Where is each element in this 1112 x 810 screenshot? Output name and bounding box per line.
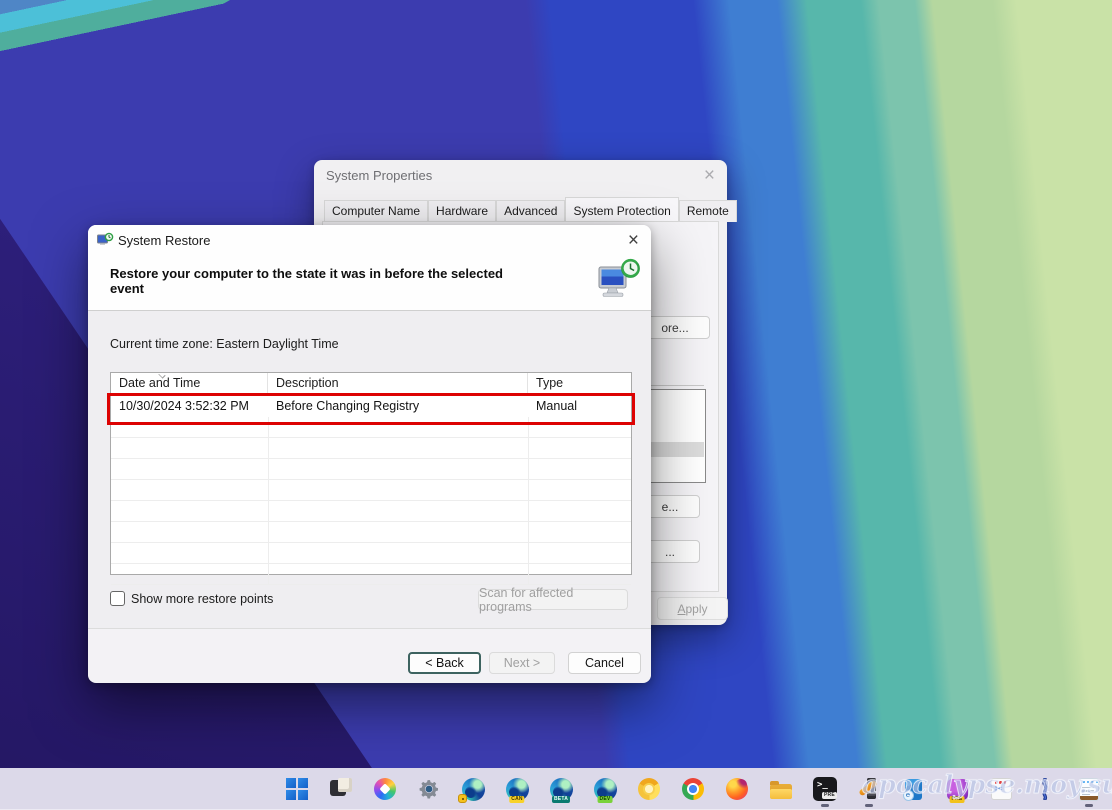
tab-hardware[interactable]: Hardware [428, 200, 496, 222]
restore-points-table[interactable]: Date and Time Description Type 10/30/202… [110, 372, 632, 575]
edge-dev-icon[interactable]: DEV [592, 776, 618, 802]
table-header-row: Date and Time Description Type [111, 373, 631, 395]
listbox-selected-row[interactable] [646, 442, 704, 457]
table-row-restore-point[interactable]: 10/30/2024 3:52:32 PM Before Changing Re… [111, 395, 631, 417]
photos-app-icon[interactable] [328, 776, 354, 802]
paint-pre-badge: PRE [950, 796, 965, 803]
terminal-icon[interactable]: >_ PRE [812, 776, 838, 802]
wizard-heading: Restore your computer to the state it wa… [110, 266, 540, 296]
start-button-icon[interactable] [284, 776, 310, 802]
next-button[interactable]: Next > [489, 652, 555, 674]
lock-badge-icon [458, 794, 467, 803]
scan-for-affected-programs-button[interactable]: Scan for affected programs [478, 589, 628, 610]
table-empty-row [111, 543, 631, 564]
scissors-icon: ✂ [995, 784, 1003, 795]
edge-browser-icon[interactable] [460, 776, 486, 802]
column-header-date-time[interactable]: Date and Time [111, 373, 268, 394]
close-icon[interactable]: × [704, 166, 715, 185]
file-explorer-icon[interactable] [768, 776, 794, 802]
edge-canary-icon[interactable]: CAN [504, 776, 530, 802]
taskbar-icons: CAN BETA DEV >_ PRE [284, 776, 1102, 802]
show-more-checkbox[interactable] [110, 591, 125, 606]
column-header-type[interactable]: Type [528, 373, 631, 394]
canary-badge: CAN [509, 796, 524, 803]
globe-icon: e [903, 790, 914, 801]
firefox-icon[interactable] [724, 776, 750, 802]
cell-type: Manual [528, 395, 631, 417]
table-empty-row [111, 459, 631, 480]
beta-badge: BETA [552, 796, 570, 803]
system-properties-titlebar[interactable]: System Properties × [314, 160, 727, 194]
media-wave-icon[interactable] [1032, 776, 1058, 802]
table-empty-row [111, 438, 631, 459]
apply-button[interactable]: Apply [657, 597, 728, 620]
table-empty-row [111, 417, 631, 438]
running-indicator [865, 804, 873, 807]
notes-app-icon[interactable] [1076, 776, 1102, 802]
desktop: System Properties × Computer Name Hardwa… [0, 0, 1112, 810]
system-properties-tabs: Computer Name Hardware Advanced System P… [324, 198, 737, 222]
tab-remote[interactable]: Remote [679, 200, 737, 222]
show-more-restore-points-control[interactable]: Show more restore points [110, 591, 273, 606]
system-restore-title: System Restore [118, 233, 210, 248]
snipping-tool-icon[interactable]: ✂ [988, 776, 1014, 802]
show-more-label: Show more restore points [131, 592, 273, 606]
tab-computer-name[interactable]: Computer Name [324, 200, 428, 222]
video-editor-icon[interactable] [856, 776, 882, 802]
web-document-icon[interactable]: e [900, 776, 926, 802]
edge-beta-icon[interactable]: BETA [548, 776, 574, 802]
system-restore-computer-icon [597, 257, 641, 301]
running-indicator [1085, 804, 1093, 807]
table-empty-row [111, 564, 631, 585]
timezone-label: Current time zone: Eastern Daylight Time [110, 337, 339, 351]
cell-description: Before Changing Registry [268, 395, 528, 417]
protection-drives-listbox[interactable] [644, 389, 706, 483]
sort-indicator-icon [159, 372, 166, 379]
cancel-button[interactable]: Cancel [568, 652, 641, 674]
copilot-icon[interactable] [372, 776, 398, 802]
system-restore-window: System Restore × Restore your computer t… [88, 225, 651, 682]
back-button[interactable]: < Back [408, 652, 481, 674]
table-empty-row [111, 480, 631, 501]
running-indicator [821, 804, 829, 807]
chrome-icon[interactable] [680, 776, 706, 802]
terminal-pre-badge: PRE [822, 792, 837, 799]
tab-advanced[interactable]: Advanced [496, 200, 565, 222]
settings-gear-icon[interactable] [416, 776, 442, 802]
chrome-canary-icon[interactable] [636, 776, 662, 802]
table-empty-row [111, 501, 631, 522]
close-icon[interactable]: × [628, 231, 639, 250]
column-header-description[interactable]: Description [268, 373, 528, 394]
system-restore-titlebar[interactable]: System Restore × [88, 225, 651, 255]
tab-system-protection[interactable]: System Protection [565, 197, 678, 222]
cell-date-time: 10/30/2024 3:52:32 PM [111, 395, 268, 417]
wizard-footer: < Back Next > Cancel [88, 628, 651, 683]
taskbar: CAN BETA DEV >_ PRE [0, 768, 1112, 810]
paint-preview-icon[interactable]: PRE [944, 776, 970, 802]
system-properties-title: System Properties [326, 168, 432, 183]
dev-badge: DEV [598, 796, 613, 803]
table-empty-row [111, 522, 631, 543]
system-restore-icon [97, 232, 114, 248]
